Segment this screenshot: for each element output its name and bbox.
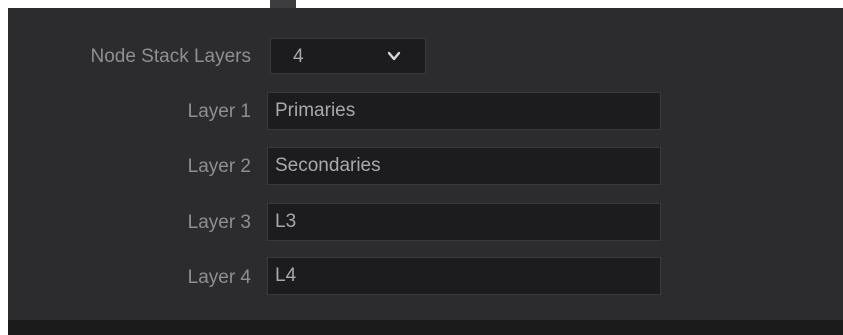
layer-2-label: Layer 2: [187, 156, 251, 177]
layer-4-field[interactable]: [267, 257, 661, 295]
node-stack-layers-label: Node Stack Layers: [90, 46, 251, 67]
layer-4-label: Layer 4: [187, 267, 251, 288]
layer-2-field[interactable]: [267, 147, 661, 185]
node-stack-layers-dropdown[interactable]: 4: [270, 38, 426, 74]
node-stack-layers-value: 4: [293, 46, 304, 67]
bottom-divider: [8, 320, 843, 335]
layer-3-label: Layer 3: [187, 212, 251, 233]
layer-3-field[interactable]: [267, 203, 661, 241]
cut-off-checkbox: [270, 0, 296, 8]
layer-1-field[interactable]: [267, 92, 661, 130]
chevron-down-icon: [387, 51, 401, 61]
cut-off-control: [258, 0, 508, 10]
layer-1-label: Layer 1: [187, 101, 251, 122]
